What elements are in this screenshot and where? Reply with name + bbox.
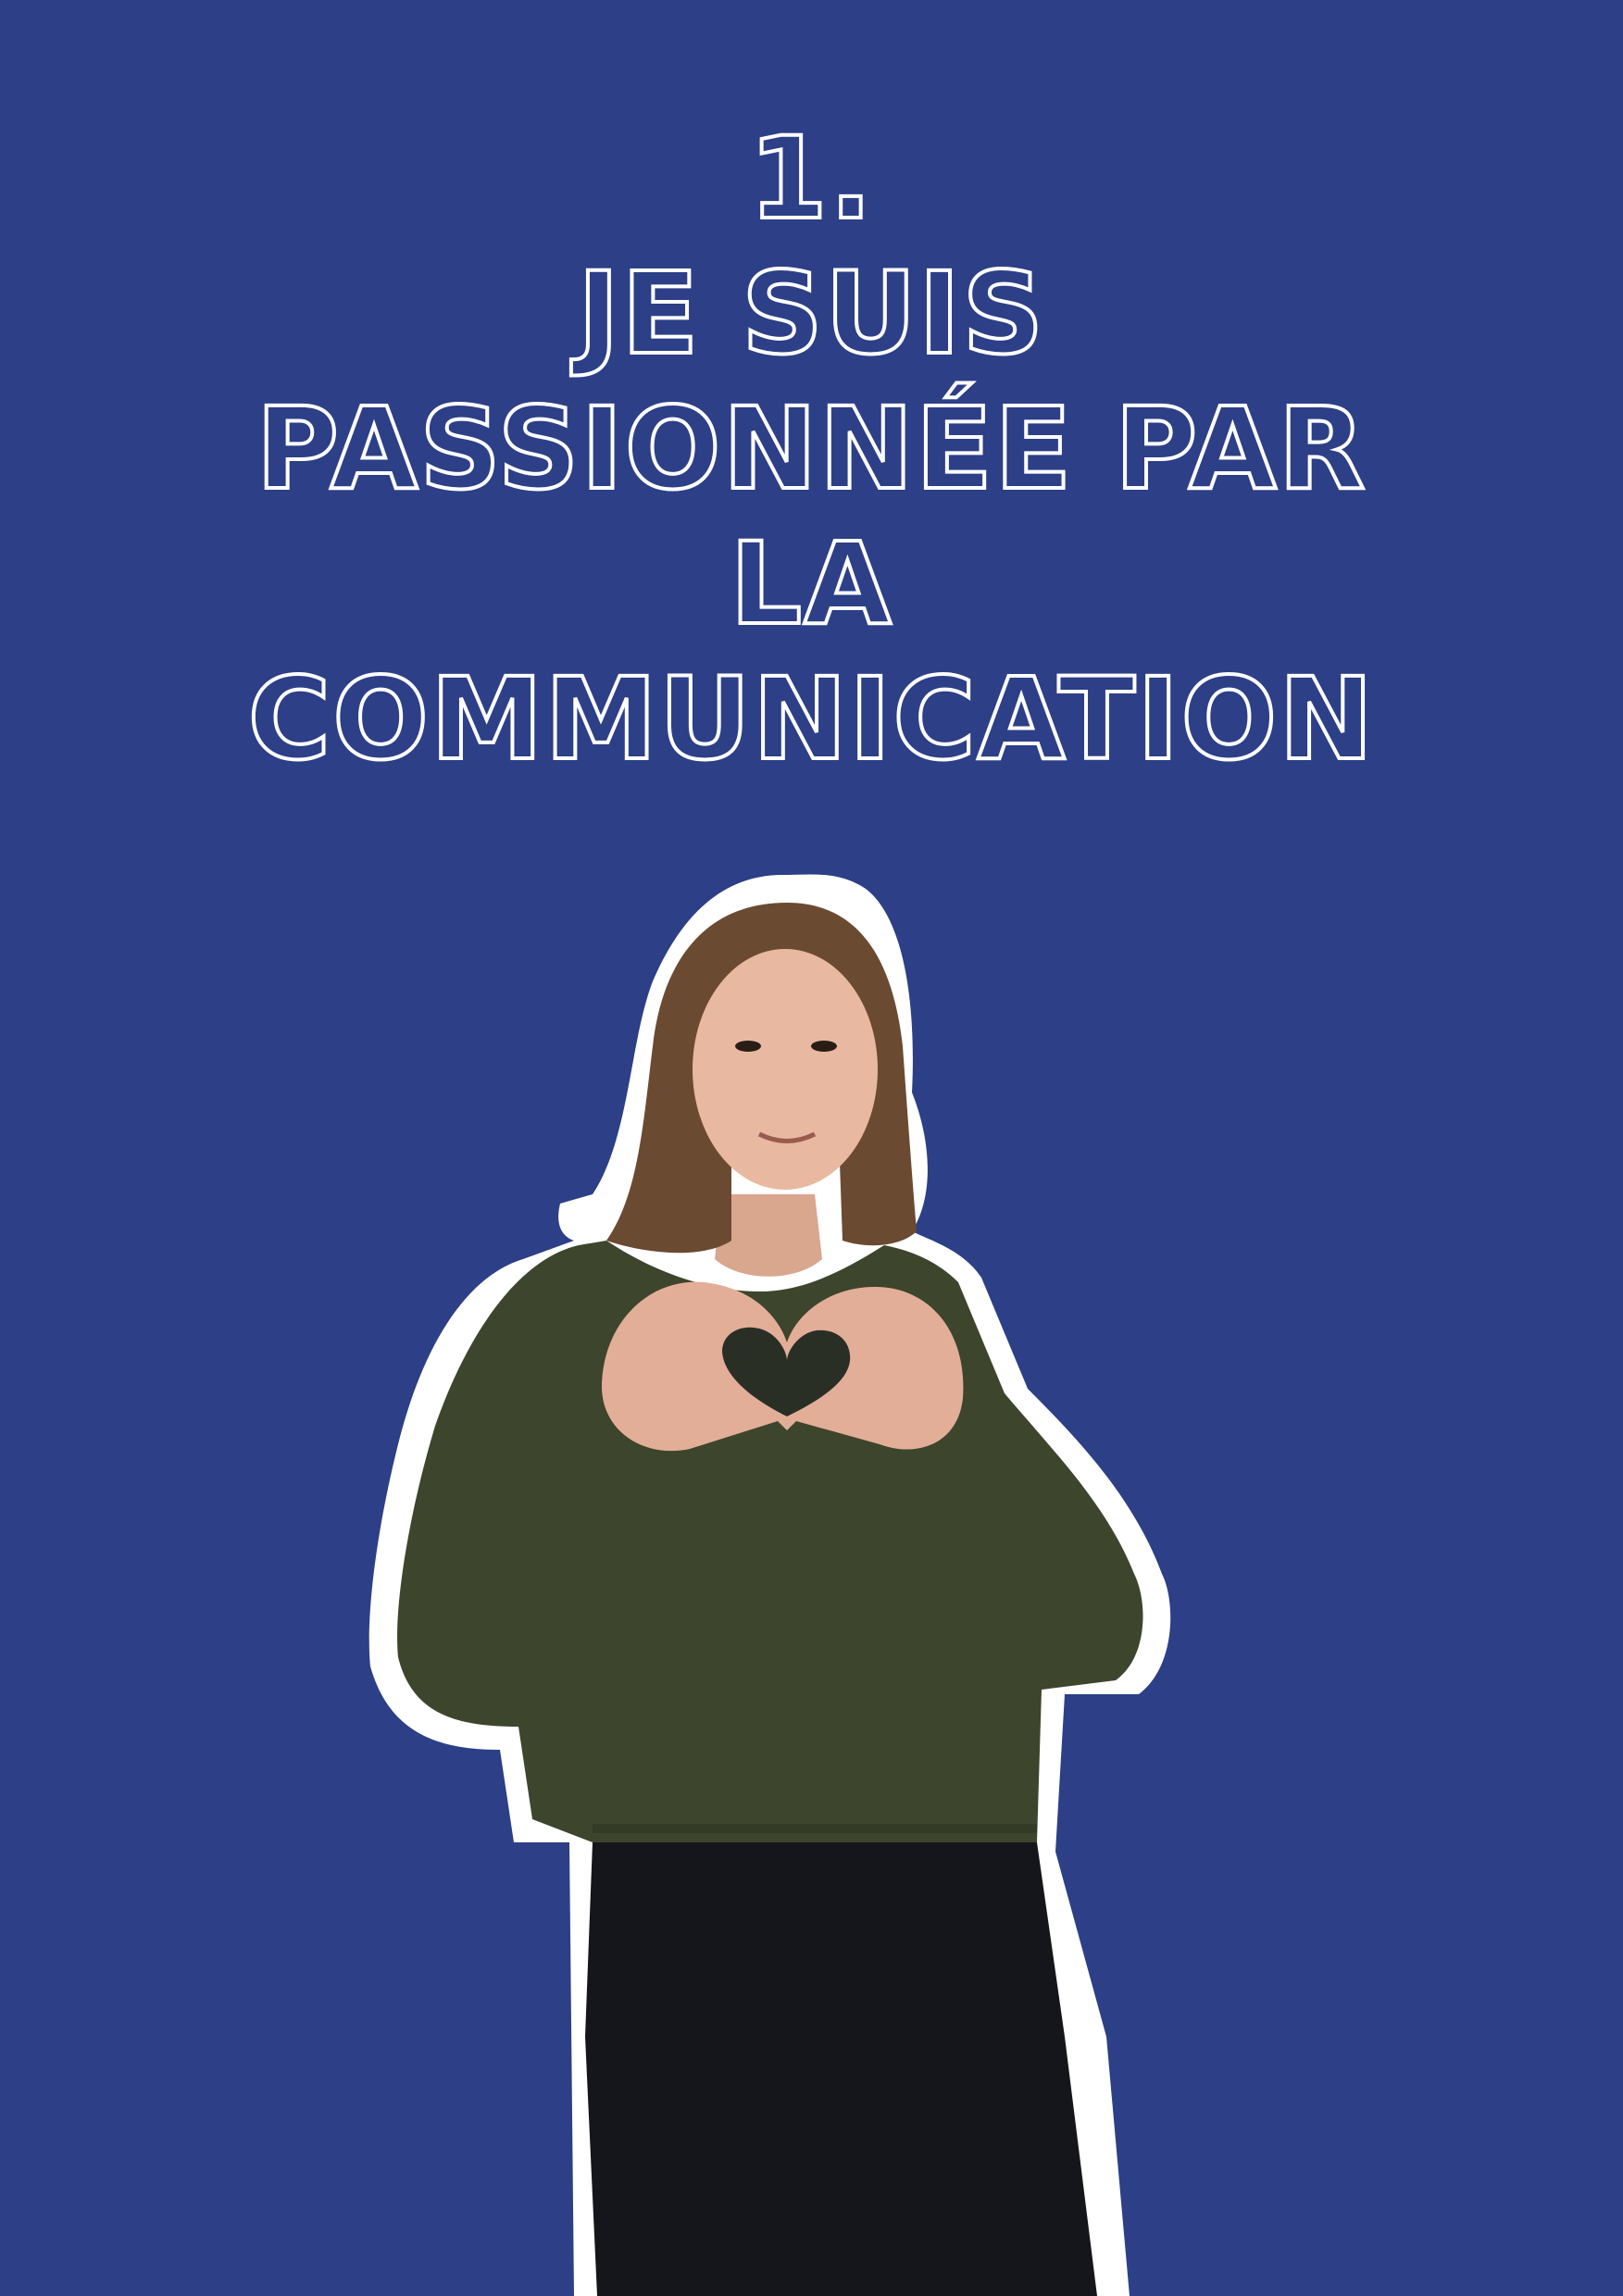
left-eye [735, 1041, 761, 1052]
person-photo [368, 874, 1171, 2296]
face [693, 949, 878, 1190]
pants [585, 1842, 1097, 2296]
poster: 1. JE SUIS PASSIONNÉE PAR LA COMMUNICATI… [0, 0, 1623, 2296]
right-eye [811, 1041, 837, 1052]
